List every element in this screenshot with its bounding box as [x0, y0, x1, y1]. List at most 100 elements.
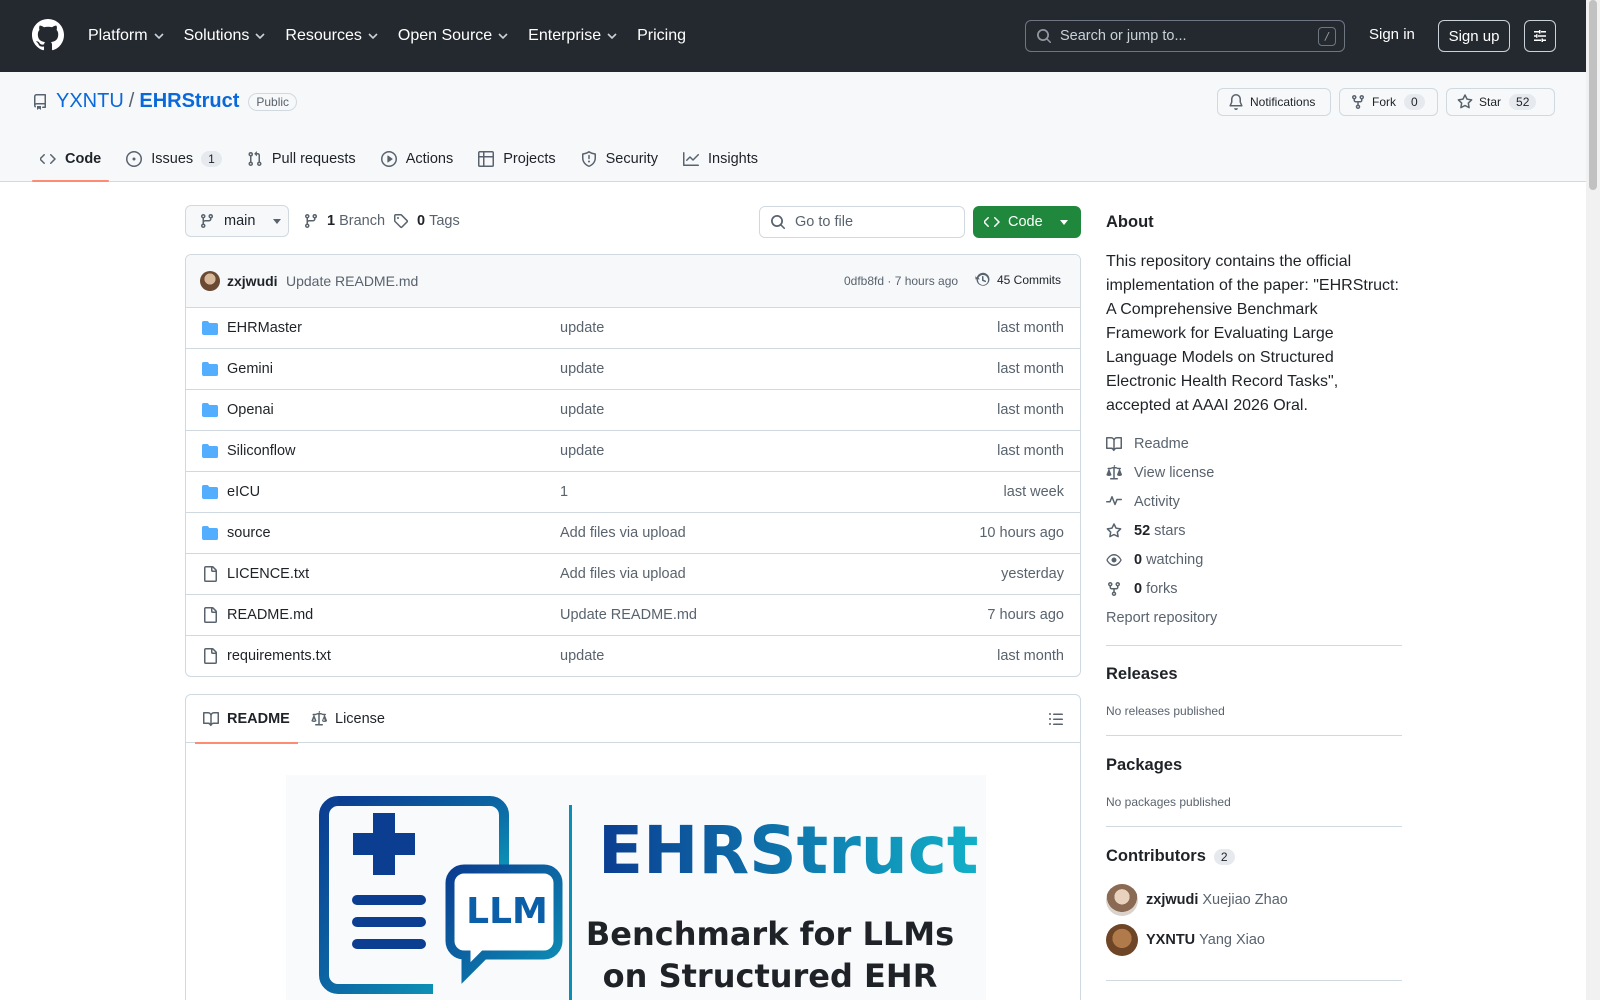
releases-heading[interactable]: Releases — [1106, 665, 1178, 684]
commit-author-link[interactable]: zxjwudi — [227, 273, 278, 289]
file-name-link[interactable]: source — [227, 525, 271, 541]
file-commit-message-link[interactable]: update — [560, 648, 604, 664]
contributor-name: Yang Xiao — [1199, 932, 1265, 948]
file-commit-message-link[interactable]: Update README.md — [560, 607, 697, 623]
issue-icon — [126, 151, 143, 167]
code-dropdown-button[interactable]: Code — [973, 206, 1081, 238]
watchers-link[interactable]: 0 watching — [1106, 552, 1203, 568]
tab-actions[interactable]: Actions — [373, 136, 462, 182]
file-name-link[interactable]: LICENCE.txt — [227, 566, 309, 582]
folder-icon — [202, 403, 218, 417]
readme-link[interactable]: Readme — [1106, 436, 1189, 452]
fork-label: Fork — [1372, 95, 1396, 109]
avatar[interactable] — [200, 271, 220, 291]
branch-select-button[interactable]: main — [185, 205, 289, 237]
file-row[interactable]: requirements.txt update last month — [186, 636, 1080, 676]
file-row[interactable]: LICENCE.txt Add files via upload yesterday — [186, 554, 1080, 595]
tags-link[interactable]: 0 Tags — [393, 213, 460, 229]
tab-license[interactable]: License — [311, 695, 385, 743]
file-commit-message-link[interactable]: update — [560, 443, 604, 459]
file-commit-message-link[interactable]: Add files via upload — [560, 566, 686, 582]
file-name-link[interactable]: Openai — [227, 402, 274, 418]
nav-label: Solutions — [183, 27, 250, 44]
menu-button[interactable] — [1524, 20, 1556, 52]
chevron-down-icon — [368, 33, 378, 40]
file-name-link[interactable]: eICU — [227, 484, 260, 500]
file-commit-message-link[interactable]: update — [560, 402, 604, 418]
branches-link[interactable]: 1 Branch — [303, 213, 385, 229]
repo-owner-link[interactable]: YXNTU — [56, 90, 124, 113]
avatar[interactable] — [1106, 924, 1138, 956]
tab-projects[interactable]: Projects — [470, 136, 563, 182]
notifications-label: Notifications — [1250, 95, 1316, 109]
file-row[interactable]: EHRMaster update last month — [186, 308, 1080, 349]
file-name-link[interactable]: requirements.txt — [227, 648, 331, 664]
file-name-link[interactable]: Gemini — [227, 361, 273, 377]
repo-name-link[interactable]: EHRStruct — [139, 90, 239, 113]
file-row[interactable]: source Add files via upload 10 hours ago — [186, 513, 1080, 554]
stars-link[interactable]: 52 stars — [1106, 523, 1186, 539]
github-logo-icon[interactable] — [32, 19, 64, 51]
search-shortcut-badge: / — [1318, 27, 1336, 46]
commit-message-link[interactable]: Update README.md — [286, 273, 418, 289]
nav-solutions[interactable]: Solutions — [184, 27, 267, 45]
packages-heading[interactable]: Packages — [1106, 756, 1182, 775]
banner-title: EHRStruct — [598, 812, 978, 889]
file-commit-message-link[interactable]: update — [560, 320, 604, 336]
file-commit-message-link[interactable]: Add files via upload — [560, 525, 686, 541]
contributors-heading[interactable]: Contributors — [1106, 847, 1206, 866]
file-row[interactable]: Gemini update last month — [186, 349, 1080, 390]
tab-issues[interactable]: Issues 1 — [118, 136, 230, 182]
report-repository-link[interactable]: Report repository — [1106, 610, 1217, 626]
forks-count: 0 — [1134, 581, 1143, 597]
file-row[interactable]: eICU 1 last week — [186, 472, 1080, 513]
file-name-link[interactable]: README.md — [227, 607, 313, 623]
nav-platform[interactable]: Platform — [88, 27, 165, 45]
tab-pull-requests[interactable]: Pull requests — [239, 136, 364, 182]
contributor-item[interactable]: YXNTU Yang Xiao — [1106, 924, 1265, 956]
fork-button[interactable]: Fork 0 — [1339, 88, 1438, 116]
file-row[interactable]: Siliconflow update last month — [186, 431, 1080, 472]
branches-label: Branch — [339, 213, 386, 229]
go-to-file-input[interactable]: Go to file — [759, 206, 965, 238]
watching-count: 0 — [1134, 552, 1143, 568]
nav-enterprise[interactable]: Enterprise — [528, 27, 618, 45]
sign-in-link[interactable]: Sign in — [1369, 26, 1415, 43]
file-commit-message-link[interactable]: update — [560, 361, 604, 377]
file-commit-age: last month — [997, 402, 1064, 418]
activity-link[interactable]: Activity — [1106, 494, 1180, 510]
star-icon — [1457, 94, 1473, 109]
file-commit-message-link[interactable]: 1 — [560, 484, 568, 500]
tab-insights[interactable]: Insights — [675, 136, 766, 182]
graph-icon — [683, 152, 700, 166]
nav-open-source[interactable]: Open Source — [398, 27, 509, 45]
file-name-link[interactable]: Siliconflow — [227, 443, 296, 459]
star-button[interactable]: Star 52 — [1446, 88, 1555, 116]
scrollbar-thumb[interactable] — [1589, 0, 1597, 190]
avatar[interactable] — [1106, 884, 1138, 916]
branch-name: main — [224, 213, 256, 229]
sign-up-button[interactable]: Sign up — [1438, 20, 1510, 52]
banner-line-1: Benchmark for LLMs — [586, 915, 954, 953]
file-name-link[interactable]: EHRMaster — [227, 320, 302, 336]
nav-resources[interactable]: Resources — [285, 27, 378, 45]
license-link[interactable]: View license — [1106, 465, 1214, 481]
tab-code[interactable]: Code — [32, 136, 110, 182]
notifications-button[interactable]: Notifications — [1217, 88, 1331, 116]
contributor-item[interactable]: zxjwudi Xuejiao Zhao — [1106, 884, 1288, 916]
commit-hash-time[interactable]: 0dfb8fd · 7 hours ago — [844, 274, 958, 288]
nav-pricing[interactable]: Pricing — [637, 27, 686, 45]
forks-link[interactable]: 0 forks — [1106, 581, 1178, 597]
tab-security[interactable]: Security — [573, 136, 666, 182]
contributor-login: zxjwudi — [1146, 892, 1199, 908]
play-icon — [380, 151, 397, 167]
search-input[interactable]: Search or jump to... / — [1025, 20, 1345, 52]
list-icon[interactable] — [1048, 711, 1064, 727]
commits-history-link[interactable]: 45 Commits — [975, 272, 1061, 288]
tab-readme[interactable]: README — [195, 695, 298, 744]
file-row[interactable]: README.md Update README.md 7 hours ago — [186, 595, 1080, 636]
branches-count: 1 — [327, 213, 336, 229]
scale-icon — [1106, 465, 1122, 480]
file-commit-age: last month — [997, 320, 1064, 336]
file-row[interactable]: Openai update last month — [186, 390, 1080, 431]
